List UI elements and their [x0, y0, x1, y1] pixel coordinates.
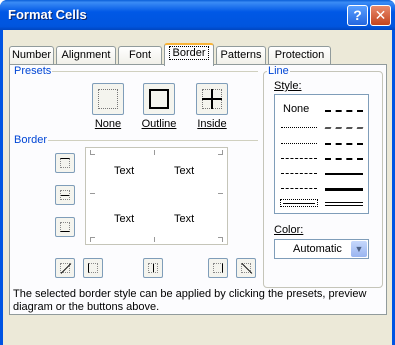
border-tab-panel: Presets None Outline Inside Border Text … — [9, 64, 387, 315]
preview-corner-mark — [90, 150, 95, 155]
dialog-client-area: Number Alignment Font Border Patterns Pr… — [3, 30, 392, 345]
preview-tick-mark — [218, 193, 223, 194]
line-style-option[interactable] — [325, 143, 363, 145]
tab-label: Font — [128, 49, 151, 61]
border-right-button[interactable] — [208, 258, 228, 278]
line-style-option[interactable] — [325, 158, 363, 160]
dialog-title: Format Cells — [8, 7, 87, 22]
line-style-label: Style: — [274, 80, 302, 92]
preview-tick-mark — [154, 237, 155, 242]
border-preview-diagram[interactable]: Text Text Text Text — [85, 147, 228, 245]
preset-none-button[interactable] — [92, 83, 124, 115]
close-icon: ✕ — [374, 7, 387, 23]
tab-label: Alignment — [61, 49, 111, 61]
line-style-option[interactable] — [325, 110, 363, 112]
border-middle-vertical-icon — [148, 263, 158, 273]
preview-corner-mark — [90, 237, 95, 242]
line-style-option[interactable] — [281, 143, 317, 144]
preview-cell-text: Text — [174, 165, 195, 177]
line-style-option[interactable] — [324, 127, 364, 129]
line-style-option[interactable] — [325, 173, 363, 175]
border-bottom-button[interactable] — [55, 217, 75, 237]
tab-alignment[interactable]: Alignment — [56, 46, 116, 65]
border-right-icon — [213, 263, 223, 273]
line-style-option[interactable] — [325, 202, 363, 206]
preview-tick-mark — [90, 193, 95, 194]
line-color-value: Automatic — [293, 243, 342, 255]
help-button[interactable]: ? — [347, 5, 368, 26]
border-divider — [14, 140, 258, 141]
preview-corner-mark — [218, 237, 223, 242]
preset-inside-icon — [202, 89, 222, 109]
border-diagonal-down-icon — [241, 263, 253, 274]
border-group-label: Border — [13, 134, 49, 146]
preview-tick-mark — [154, 150, 155, 155]
border-middle-vertical-button[interactable] — [143, 258, 163, 278]
border-bottom-icon — [60, 222, 70, 232]
help-icon: ? — [353, 7, 362, 23]
line-style-option[interactable] — [281, 127, 317, 128]
line-style-option[interactable] — [281, 158, 317, 159]
close-button[interactable]: ✕ — [370, 5, 391, 26]
line-style-option[interactable] — [281, 173, 317, 174]
title-bar[interactable]: Format Cells ? ✕ — [0, 0, 395, 30]
border-middle-horizontal-button[interactable] — [55, 185, 75, 205]
preset-none-label: None — [94, 118, 122, 130]
line-style-selected[interactable] — [280, 199, 318, 207]
line-style-option[interactable] — [325, 188, 363, 191]
tab-label: Number — [11, 49, 52, 61]
line-style-option[interactable] — [281, 188, 317, 189]
preview-cell-text: Text — [174, 213, 195, 225]
border-middle-horizontal-icon — [60, 190, 70, 200]
tab-protection[interactable]: Protection — [268, 46, 331, 65]
border-diagonal-up-button[interactable] — [55, 258, 75, 278]
chevron-down-icon[interactable]: ▼ — [351, 241, 367, 257]
preset-none-icon — [98, 89, 118, 109]
line-color-label: Color: — [274, 224, 304, 236]
preset-inside-button[interactable] — [196, 83, 228, 115]
tab-border[interactable]: Border — [164, 43, 214, 66]
line-style-list[interactable]: None — [274, 94, 369, 214]
line-group-label: Line — [267, 65, 290, 77]
border-diagonal-down-button[interactable] — [236, 258, 256, 278]
preview-corner-mark — [218, 150, 223, 155]
tab-label: Border — [169, 46, 209, 60]
tab-patterns[interactable]: Patterns — [216, 46, 266, 65]
line-style-none[interactable]: None — [283, 103, 309, 115]
border-diagonal-up-icon — [60, 263, 72, 274]
preset-outline-icon — [149, 89, 169, 109]
line-color-dropdown[interactable]: Automatic ▼ — [274, 239, 369, 259]
tab-font[interactable]: Font — [118, 46, 162, 65]
tab-label: Protection — [274, 49, 325, 61]
preset-outline-label: Outline — [141, 118, 177, 130]
border-left-button[interactable] — [83, 258, 103, 278]
preset-inside-label: Inside — [197, 118, 227, 130]
tab-number[interactable]: Number — [9, 46, 54, 65]
presets-group-label: Presets — [13, 65, 53, 77]
border-left-icon — [88, 263, 98, 273]
instruction-note: The selected border style can be applied… — [13, 288, 367, 313]
preset-outline-button[interactable] — [143, 83, 175, 115]
tab-label: Patterns — [220, 49, 262, 61]
preview-cell-text: Text — [114, 213, 135, 225]
format-cells-dialog: Format Cells ? ✕ Number Alignment Font B… — [0, 0, 395, 345]
border-top-button[interactable] — [55, 153, 75, 173]
border-top-icon — [60, 158, 70, 168]
preview-cell-text: Text — [114, 165, 135, 177]
